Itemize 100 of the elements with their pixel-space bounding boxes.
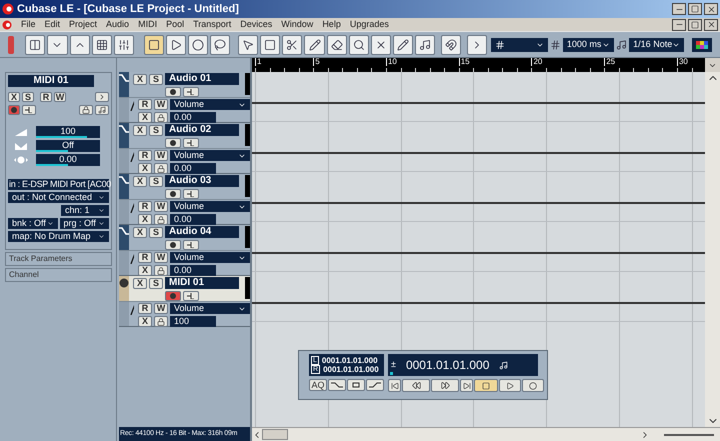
- right-locator[interactable]: 0001.01.01.000: [323, 366, 379, 374]
- snap-button[interactable]: [441, 34, 462, 54]
- eraser-tool-button[interactable]: [326, 34, 347, 54]
- menu-item[interactable]: Edit: [44, 18, 60, 32]
- mute-button[interactable]: X: [138, 265, 152, 276]
- color-picker-button[interactable]: [692, 38, 712, 52]
- scrollbar-thumb[interactable]: [262, 429, 288, 440]
- record-button[interactable]: [8, 105, 20, 115]
- fast-forward-button[interactable]: [431, 379, 459, 392]
- record-button[interactable]: [165, 87, 181, 97]
- pointer-tool-button[interactable]: [238, 34, 258, 54]
- automation-value[interactable]: 0.00: [170, 265, 216, 276]
- inspector-track-name[interactable]: MIDI 01: [8, 75, 94, 87]
- mute-button[interactable]: X: [138, 316, 152, 327]
- ruler-menu-button[interactable]: [705, 58, 720, 72]
- write-button[interactable]: W: [54, 92, 66, 102]
- track-name[interactable]: Audio 04: [165, 226, 239, 238]
- arrangement-area[interactable]: [252, 72, 705, 427]
- position-display[interactable]: ± 0001.01.01.000: [388, 354, 538, 376]
- menu-item[interactable]: Audio: [106, 18, 130, 32]
- read-button[interactable]: R: [138, 252, 152, 263]
- punch-button[interactable]: [347, 379, 365, 391]
- mute-button[interactable]: X: [8, 92, 20, 102]
- read-button[interactable]: R: [40, 92, 52, 102]
- solo-button[interactable]: S: [149, 278, 163, 288]
- read-button[interactable]: R: [138, 99, 152, 110]
- track-header[interactable]: X S Audio 01 R W Volume X 0.00: [119, 72, 250, 123]
- track-header[interactable]: X S Audio 02 R W Volume X 0.00: [119, 123, 250, 174]
- drum-map-dropdown[interactable]: map: No Drum Map: [8, 231, 109, 242]
- view-button[interactable]: [92, 34, 112, 54]
- left-locator[interactable]: 0001.01.01.000: [322, 356, 378, 364]
- program-field[interactable]: prg : Off: [60, 218, 109, 229]
- menu-item[interactable]: Help: [322, 18, 341, 32]
- lock-button[interactable]: [154, 265, 168, 276]
- monitor-button[interactable]: [183, 240, 199, 250]
- menu-item[interactable]: Upgrades: [350, 18, 389, 32]
- mute-button[interactable]: X: [133, 278, 147, 288]
- midi-channel-dropdown[interactable]: chn: 1: [61, 205, 109, 216]
- autoscroll-button[interactable]: [467, 34, 488, 54]
- solo-button[interactable]: S: [149, 176, 163, 186]
- record-button[interactable]: [165, 240, 181, 250]
- solo-button[interactable]: S: [149, 74, 163, 84]
- track-header[interactable]: X S Audio 03 R W Volume X 0.00: [119, 174, 250, 225]
- midi-output-dropdown[interactable]: out : Not Connected: [8, 192, 109, 203]
- track-header[interactable]: X S Audio 04 R W Volume X 0.00: [119, 225, 250, 276]
- write-button[interactable]: W: [154, 201, 168, 212]
- automation-value[interactable]: 0.00: [170, 163, 216, 174]
- stop-button[interactable]: [144, 34, 164, 54]
- maximize-button[interactable]: [688, 3, 702, 15]
- automation-parameter-dropdown[interactable]: Volume: [170, 150, 250, 161]
- minimize-button[interactable]: [672, 3, 686, 15]
- solo-button[interactable]: S: [22, 92, 34, 102]
- automation-parameter-dropdown[interactable]: Volume: [170, 201, 250, 212]
- glue-tool-button[interactable]: [304, 34, 325, 54]
- mute-button[interactable]: X: [138, 163, 152, 174]
- rewind-button[interactable]: [402, 379, 430, 392]
- lock-button[interactable]: [154, 112, 168, 123]
- inspector-section-header[interactable]: Channel: [5, 268, 112, 282]
- mute-button[interactable]: X: [133, 124, 147, 136]
- vertical-scrollbar[interactable]: [705, 72, 720, 427]
- automation-value[interactable]: 100: [170, 316, 216, 327]
- mute-button[interactable]: X: [133, 226, 147, 238]
- bank-field[interactable]: bnk : Off: [8, 218, 58, 229]
- write-button[interactable]: W: [154, 99, 168, 110]
- pencil-tool-button[interactable]: [392, 34, 413, 54]
- record-button[interactable]: [165, 138, 181, 148]
- track-name[interactable]: Audio 02: [165, 124, 239, 136]
- menu-item[interactable]: Pool: [166, 18, 184, 32]
- scissors-tool-button[interactable]: [282, 34, 302, 54]
- solo-button[interactable]: S: [149, 226, 163, 238]
- automation-parameter-dropdown[interactable]: Volume: [170, 303, 250, 314]
- go-to-end-button[interactable]: [460, 379, 473, 392]
- monitor-button[interactable]: [22, 105, 36, 115]
- read-button[interactable]: R: [138, 150, 152, 161]
- edit-button[interactable]: [95, 105, 109, 115]
- menu-item[interactable]: Project: [69, 18, 98, 32]
- solo-button[interactable]: S: [149, 124, 163, 136]
- write-button[interactable]: W: [154, 303, 168, 314]
- track-name[interactable]: Audio 01: [165, 73, 239, 85]
- automation-value[interactable]: 0.00: [170, 112, 216, 123]
- pan-slider[interactable]: Off: [36, 140, 100, 152]
- menu-item[interactable]: Devices: [240, 18, 272, 32]
- play-button[interactable]: [166, 34, 186, 54]
- automation-parameter-dropdown[interactable]: Volume: [170, 99, 250, 110]
- range-tool-button[interactable]: [260, 34, 280, 54]
- time-ruler[interactable]: 1 5 10 15 20 25 30: [252, 58, 705, 72]
- mute-button[interactable]: X: [138, 214, 152, 225]
- delay-slider[interactable]: 0.00: [36, 154, 100, 166]
- record-button[interactable]: [188, 34, 208, 54]
- menu-item[interactable]: Window: [281, 18, 314, 32]
- lock-button[interactable]: [79, 105, 93, 115]
- mute-button[interactable]: X: [133, 176, 147, 186]
- lock-button[interactable]: [154, 163, 168, 174]
- track-name[interactable]: Audio 03: [165, 175, 239, 187]
- snap-value-dropdown[interactable]: 1000 ms: [562, 38, 614, 52]
- monitor-button[interactable]: [183, 291, 199, 301]
- go-to-start-button[interactable]: [388, 379, 401, 392]
- mute-button[interactable]: X: [138, 112, 152, 123]
- minimize-button[interactable]: [672, 18, 686, 30]
- monitor-button[interactable]: [183, 189, 199, 199]
